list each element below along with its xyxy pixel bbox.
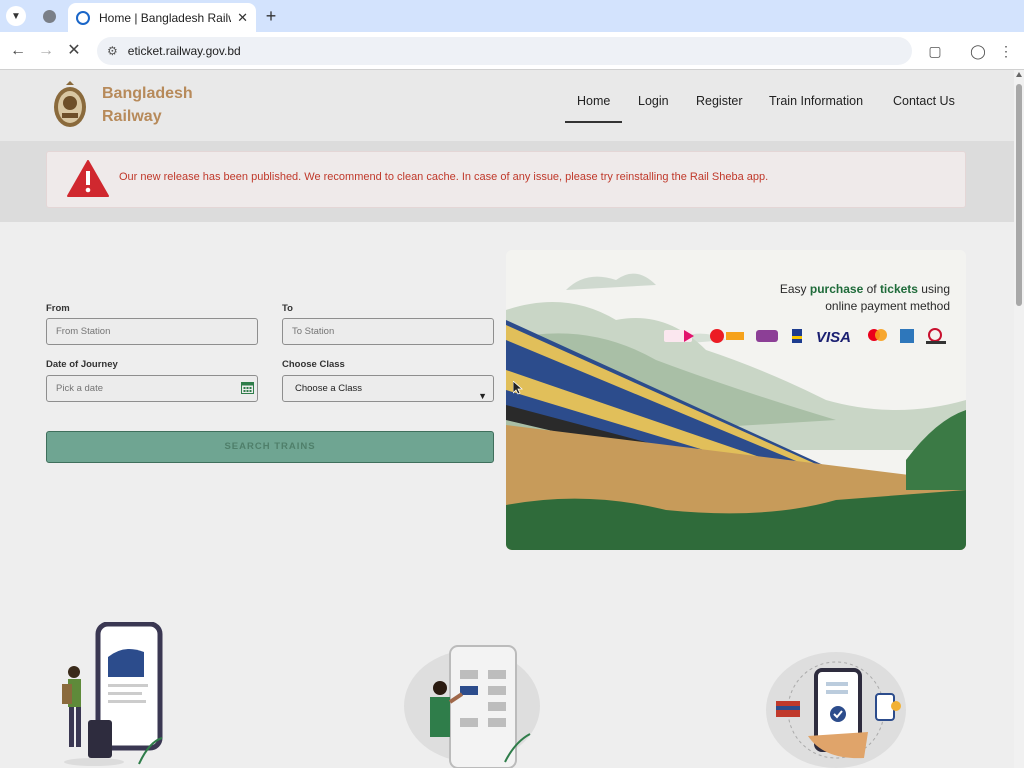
active-tab[interactable]: Home | Bangladesh Railway ✕ [68,3,256,32]
globe-icon [42,9,56,23]
site-info-icon[interactable]: ⚙ [107,44,118,58]
new-tab-button[interactable]: + [260,5,282,27]
payment-logos: VISA [664,328,946,345]
tab-title: Home | Bangladesh Railway [99,10,231,25]
brand-line-2: Railway [102,108,162,125]
promo-highlight-purchase: purchase [809,282,864,296]
promo-highlight-tickets: tickets [879,282,918,296]
nav-login[interactable]: Login [638,94,669,108]
promo-banner: Easy purchase of tickets using online pa… [506,250,966,550]
date-picker[interactable] [46,375,258,402]
date-input[interactable] [46,375,258,402]
mastercard-icon [868,329,887,341]
nav-register[interactable]: Register [696,94,743,108]
promo-text: Easy purchase of tickets using online pa… [780,281,950,315]
extensions-icon[interactable]: ▢ [924,40,946,62]
kebab-menu-icon[interactable]: ⋮ [995,40,1017,62]
promo-line1-mid: of [863,282,880,296]
to-station-input[interactable] [282,318,494,345]
nav-home[interactable]: Home [577,94,610,108]
inactive-tab[interactable] [34,4,64,28]
promo-line-2: online payment method [825,299,950,313]
choose-class-label: Choose Class [282,359,345,370]
browser-tab-strip: ▼ Home | Bangladesh Railway ✕ + [0,0,1024,32]
nav-contact-us[interactable]: Contact Us [893,94,955,108]
alert-box: Our new release has been published. We r… [46,151,966,208]
mouse-cursor-icon [513,381,523,395]
tab-search-button[interactable]: ▼ [6,6,26,26]
page-content: Bangladesh Railway Home Login Register T… [0,70,1014,768]
alert-message: Our new release has been published. We r… [119,171,769,183]
from-label: From [46,303,70,314]
profile-icon[interactable]: ◯ [967,40,989,62]
bkash-icon [664,330,694,342]
address-bar[interactable]: ⚙ eticket.railway.gov.bd [97,37,912,65]
from-station-input[interactable] [46,318,258,345]
stop-loading-icon[interactable]: ✕ [63,40,85,62]
upay-icon [792,329,802,343]
browser-toolbar: ← → ✕ ⚙ eticket.railway.gov.bd ▢ ◯ ⋮ [0,32,1024,70]
date-of-journey-label: Date of Journey [46,359,118,370]
close-icon[interactable]: ✕ [237,10,248,26]
visa-icon: VISA [816,329,851,345]
scrollbar-thumb[interactable] [1016,84,1022,306]
active-nav-indicator [565,121,622,123]
railway-favicon-icon [76,10,90,25]
alert-band: Our new release has been published. We r… [0,141,1014,222]
chevron-down-icon: ▼ [11,10,21,22]
to-label: To [282,303,293,314]
rocket-icon [756,330,778,342]
promo-line1-post: using [917,282,950,296]
mobile-booking-illustration [62,622,163,766]
page-scrollbar[interactable] [1014,70,1024,768]
nav-train-information[interactable]: Train Information [769,94,863,108]
url-text: eticket.railway.gov.bd [127,44,241,58]
scroll-up-arrow-icon[interactable] [1016,72,1022,77]
payment-illustration [766,652,906,768]
brand-line-1: Bangladesh [102,85,193,102]
calendar-icon[interactable] [241,381,254,394]
site-header: Bangladesh Railway Home Login Register T… [0,70,1014,141]
railway-logo-icon[interactable] [52,81,88,129]
nagad-icon [710,329,744,343]
warning-icon [67,160,109,197]
nexus-pay-icon [926,328,946,344]
seat-selection-illustration [404,645,540,768]
search-trains-button[interactable]: SEARCH TRAINS [46,431,494,463]
promo-line1-pre: Easy [779,282,810,296]
class-select-value: Choose a Class [295,383,363,394]
brand-name[interactable]: Bangladesh Railway [102,82,193,128]
chevron-down-icon: ▼ [478,391,487,401]
back-arrow-icon[interactable]: ← [7,40,29,62]
forward-arrow-icon[interactable]: → [35,40,57,62]
class-select[interactable]: Choose a Class ▼ [282,375,494,402]
amex-icon [900,329,914,343]
